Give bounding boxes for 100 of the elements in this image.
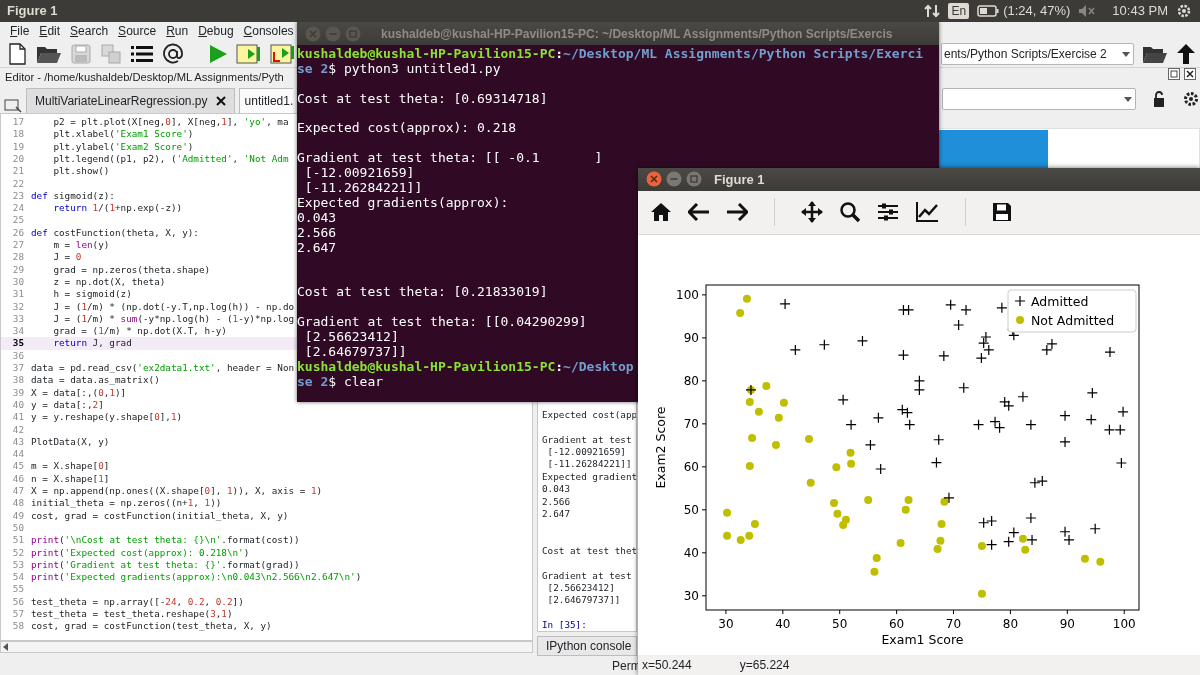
line-number: 29	[11, 263, 25, 276]
legend-label: Admitted	[1031, 293, 1089, 309]
cursor-y-readout: y=65.224	[739, 657, 790, 675]
line-number: 23	[11, 189, 25, 203]
line-number: 49	[11, 509, 25, 522]
line-number: 46	[11, 472, 25, 485]
legend-label: Not Admitted	[1031, 312, 1115, 328]
line-number: 57	[11, 608, 25, 621]
code-line: cost, grad = costFunction(test_theta, X, y)	[30, 620, 272, 633]
line-number: 35	[11, 337, 25, 350]
terminal-prompt: kushaldeb@kushal-HP-Pavilion15-PC:~/Desktop/ML Assignments/Python Scripts/Exerci	[297, 46, 924, 61]
terminal-output: Gradient at test theta: [[0.04290299]	[297, 314, 587, 330]
code-line: def sigmoid(z):	[30, 189, 115, 203]
terminal-output: Gradient at test theta: [[ -0.1 ]	[297, 150, 603, 166]
code-line: plt.legend((p1, p2), ('Admitted', 'Not Adm	[52, 153, 289, 166]
line-number: 17	[11, 116, 25, 129]
code-line: grad = (1/m) * np.dot(X.T, h-y)	[52, 325, 227, 338]
line-number: 47	[11, 485, 25, 498]
console-output: [-11.26284221]]	[546, 458, 632, 470]
code-line: m = len(y)	[52, 239, 110, 252]
tick-label: 50	[683, 503, 699, 518]
tick-label: 100	[1112, 617, 1136, 632]
code-line: test_theta = test_theta.reshape(3,1)	[30, 608, 233, 621]
line-number: 48	[11, 497, 25, 510]
code-line: J = (1/m) * (np.dot(-y.T,np.log(h)) - np.do	[52, 300, 295, 313]
code-line: p2 = plt.plot(X[neg,0], X[neg,1], 'yo', ma	[52, 116, 289, 129]
console-output: Cost at test thet	[542, 544, 636, 556]
line-number: 22	[11, 177, 25, 190]
line-number: 36	[11, 349, 25, 363]
terminal-output: [2.56623412]	[303, 328, 399, 344]
tick-label: 40	[775, 617, 791, 632]
window-title: Figure 1	[6, 2, 58, 21]
line-number: 34	[11, 325, 25, 338]
line-number: 31	[11, 288, 25, 301]
code-line: data = data.as_matrix()	[30, 374, 160, 387]
line-number: 44	[11, 448, 25, 461]
code-line: plt.show()	[52, 165, 110, 178]
code-line: return 1/(1+np.exp(-z))	[52, 202, 183, 215]
cursor-x-readout: x=50.244	[641, 657, 692, 675]
tick-label: 80	[1002, 617, 1019, 632]
tick-label: 50	[832, 617, 848, 632]
line-number: 37	[11, 362, 25, 375]
tick-label: 100	[676, 288, 699, 303]
window-title: kushaldeb@kushal-HP-Pavilion15-PC: ~/Desktop/ML Assignments/Python Scripts/Exercis	[381, 25, 893, 43]
code-line: data = pd.read_csv('ex2data1.txt', header = Non	[30, 362, 295, 375]
line-number: 28	[11, 251, 25, 264]
code-line: n = X.shape[1]	[30, 472, 110, 485]
code-line: m = X.shape[0]	[30, 460, 110, 473]
terminal-output: 0.043	[297, 209, 337, 225]
code-line: z = np.dot(X, theta)	[52, 275, 166, 289]
tick-label: 70	[945, 617, 962, 632]
line-number: 33	[11, 312, 25, 326]
code-line: print('Expected cost(approx): 0.218\n')	[30, 546, 250, 559]
code-line: test_theta = np.array([-24, 0.2, 0.2])	[30, 595, 244, 608]
axis-title: Exam1 Score	[881, 632, 964, 648]
terminal-command: se 2$ clear	[297, 373, 384, 389]
line-number: 24	[11, 202, 25, 215]
console-output: Expected cost(app	[542, 409, 636, 421]
code-line: plt.xlabel('Exam1 Score')	[52, 128, 194, 141]
line-number: 18	[11, 128, 25, 141]
line-number: 38	[11, 374, 25, 387]
battery-status: (1:24, 47%)	[1003, 2, 1071, 21]
code-line: return J, grad	[52, 337, 132, 350]
line-number: 50	[11, 521, 25, 535]
line-number: 40	[11, 398, 25, 412]
terminal-output: [-12.00921659]	[303, 165, 415, 181]
tick-label: 30	[683, 589, 699, 604]
code-line: PlotData(X, y)	[30, 435, 110, 449]
terminal-output: Cost at test theta: [0.69314718]	[297, 90, 548, 106]
window-title: Figure 1	[714, 170, 765, 189]
terminal-output: [-11.26284221]]	[303, 180, 423, 195]
terminal-prompt: kushaldeb@kushal-HP-Pavilion15-PC:~/Desktop	[297, 358, 634, 374]
terminal-output: 2.647	[297, 239, 337, 255]
terminal-command: se 2$ python3 untitled1.py	[297, 60, 501, 76]
console-output: [2.64679737]]	[546, 594, 621, 606]
axis-title: Exam2 Score	[653, 406, 668, 489]
line-number: 42	[11, 423, 25, 436]
line-number: 27	[11, 239, 25, 252]
terminal-output: Expected cost(approx): 0.218	[297, 120, 517, 136]
tick-label: 90	[683, 331, 699, 346]
code-line: print('Expected gradients(approx):\n0.043\n2.566\n2.647\n')	[30, 571, 362, 584]
console-output: Gradient at test	[542, 433, 632, 445]
tick-label: 70	[683, 417, 699, 432]
code-line: print('Gradient at test theta: {}'.format(grad))	[30, 558, 300, 572]
terminal-output: Cost at test theta: [0.21833019]	[297, 284, 548, 300]
line-number: 53	[11, 558, 25, 572]
code-line: print('\nCost at test theta: {}\n'.format(cost))	[30, 534, 300, 547]
line-number: 30	[11, 275, 25, 289]
code-line: X = data[:,(0,1)]	[30, 386, 127, 399]
console-output: Gradient at test	[542, 569, 632, 581]
line-number: 52	[11, 546, 25, 559]
line-number: 25	[11, 214, 25, 227]
line-number: 19	[11, 140, 25, 153]
code-line: h = sigmoid(z)	[52, 288, 132, 301]
console-output: 2.647	[542, 507, 570, 519]
console-output: 2.566	[542, 495, 570, 507]
line-number: 41	[11, 411, 25, 424]
line-number: 21	[11, 165, 25, 178]
code-line: X = np.append(np.ones((X.shape[0], 1)), X, axis = 1)	[30, 485, 323, 498]
line-number: 20	[11, 153, 25, 166]
